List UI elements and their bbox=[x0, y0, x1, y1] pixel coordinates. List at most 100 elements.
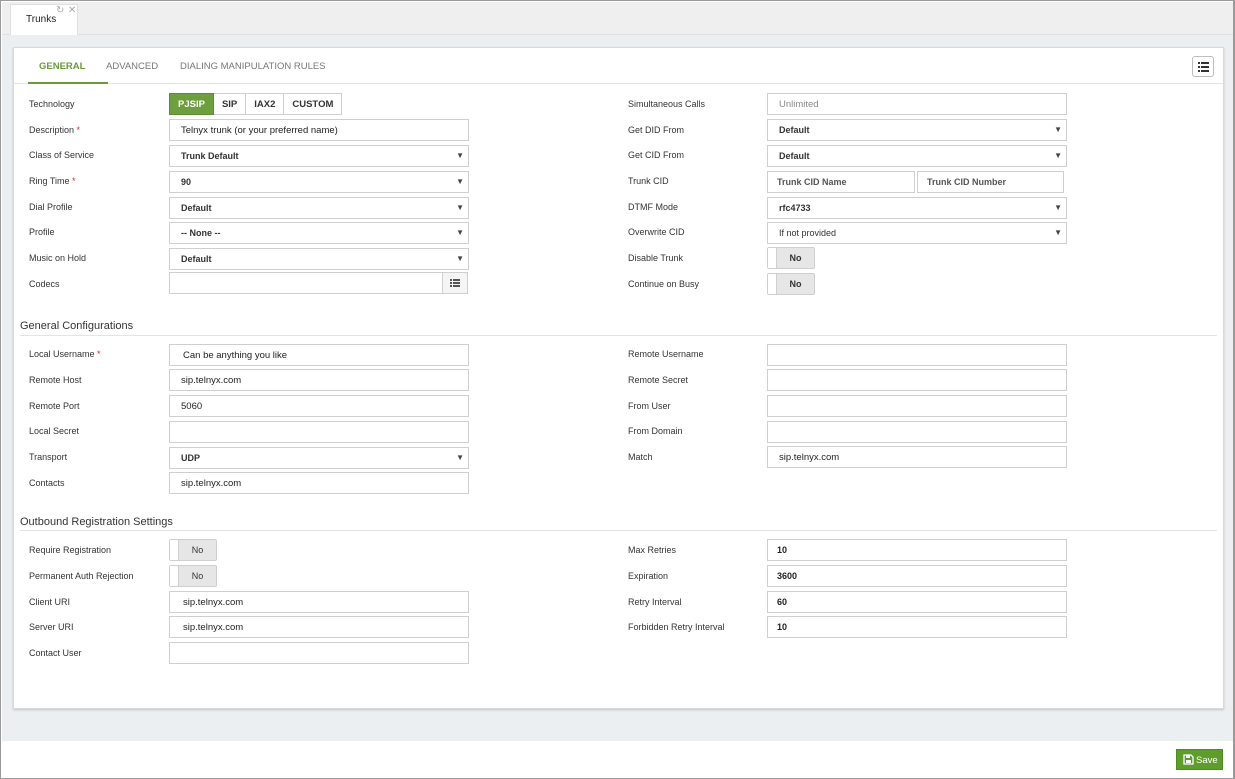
require-registration-toggle[interactable]: No bbox=[169, 539, 217, 561]
trunk-cid-number-input[interactable]: Trunk CID Number bbox=[917, 171, 1064, 193]
technology-option-iax2[interactable]: IAX2 bbox=[246, 93, 285, 115]
transport-select[interactable]: UDP ▼ bbox=[169, 447, 469, 469]
permanent-auth-rejection-value: No bbox=[191, 571, 204, 581]
max-retries-label: Max Retries bbox=[628, 545, 677, 555]
dial-profile-select[interactable]: Default ▼ bbox=[169, 197, 469, 219]
dropdown-arrow-icon: ▼ bbox=[456, 228, 464, 237]
technology-label: Technology bbox=[29, 99, 75, 109]
codecs-list-button[interactable] bbox=[442, 272, 468, 294]
required-marker: * bbox=[76, 125, 81, 135]
save-button-label: Save bbox=[1196, 755, 1218, 766]
local-username-input[interactable]: Can be anything you like bbox=[169, 344, 469, 366]
from-user-label: From User bbox=[628, 401, 671, 411]
expiration-input[interactable]: 3600 bbox=[767, 565, 1067, 587]
transport-value: UDP bbox=[181, 453, 201, 463]
tab-advanced[interactable]: ADVANCED bbox=[106, 61, 158, 72]
continue-on-busy-label: Continue on Busy bbox=[628, 279, 700, 289]
match-input[interactable]: sip.telnyx.com bbox=[767, 446, 1067, 468]
technology-option-custom[interactable]: CUSTOM bbox=[284, 93, 343, 115]
permanent-auth-rejection-toggle[interactable]: No bbox=[169, 565, 217, 587]
forbidden-retry-interval-input[interactable]: 10 bbox=[767, 616, 1067, 638]
tab-trunks[interactable]: Trunks ↻ ✕ bbox=[10, 4, 78, 35]
forbidden-retry-interval-label: Forbidden Retry Interval bbox=[628, 622, 725, 632]
dial-profile-value: Default bbox=[181, 203, 212, 213]
dtmf-mode-label: DTMF Mode bbox=[628, 202, 679, 212]
dropdown-arrow-icon: ▼ bbox=[456, 254, 464, 263]
client-uri-label: Client URI bbox=[29, 597, 71, 607]
trunk-cid-name-input[interactable]: Trunk CID Name bbox=[767, 171, 915, 193]
class-of-service-value: Trunk Default bbox=[181, 151, 239, 161]
dial-profile-label: Dial Profile bbox=[29, 202, 73, 212]
get-did-from-value: Default bbox=[779, 125, 810, 135]
tab-general[interactable]: GENERAL bbox=[39, 61, 85, 72]
contacts-label: Contacts bbox=[29, 478, 65, 488]
music-on-hold-value: Default bbox=[181, 254, 212, 264]
technology-option-sip[interactable]: SIP bbox=[213, 93, 247, 115]
remote-host-input[interactable]: sip.telnyx.com bbox=[169, 369, 469, 391]
profile-select[interactable]: -- None -- ▼ bbox=[169, 222, 469, 244]
refresh-icon[interactable]: ↻ bbox=[56, 5, 64, 16]
outbound-registration-heading: Outbound Registration Settings bbox=[20, 516, 173, 528]
list-view-button[interactable] bbox=[1192, 56, 1214, 77]
tab-dialing-manipulation-rules[interactable]: DIALING MANIPULATION RULES bbox=[180, 61, 326, 72]
contacts-input[interactable]: sip.telnyx.com bbox=[169, 472, 469, 494]
get-cid-from-select[interactable]: Default ▼ bbox=[767, 145, 1067, 167]
section-divider bbox=[20, 335, 1217, 336]
dropdown-arrow-icon: ▼ bbox=[1054, 125, 1062, 134]
list-icon bbox=[1198, 62, 1209, 72]
from-user-input[interactable] bbox=[767, 395, 1067, 417]
dropdown-arrow-icon: ▼ bbox=[456, 177, 464, 186]
max-retries-input[interactable]: 10 bbox=[767, 539, 1067, 561]
remote-port-label: Remote Port bbox=[29, 401, 80, 411]
tab-bar: Trunks ↻ ✕ bbox=[2, 2, 1233, 35]
contact-user-label: Contact User bbox=[29, 648, 82, 658]
section-divider bbox=[20, 530, 1217, 531]
music-on-hold-label: Music on Hold bbox=[29, 253, 87, 263]
window-frame: Trunks ↻ ✕ GENERAL ADVANCED DIALING MANI… bbox=[0, 0, 1235, 779]
profile-value: -- None -- bbox=[181, 228, 221, 238]
local-secret-input[interactable] bbox=[169, 421, 469, 443]
contact-user-input[interactable] bbox=[169, 642, 469, 664]
remote-username-input[interactable] bbox=[767, 344, 1067, 366]
get-did-from-label: Get DID From bbox=[628, 125, 685, 135]
required-marker: * bbox=[72, 176, 76, 186]
disable-trunk-value: No bbox=[789, 253, 802, 263]
dropdown-arrow-icon: ▼ bbox=[1054, 151, 1062, 160]
class-of-service-select[interactable]: Trunk Default ▼ bbox=[169, 145, 469, 167]
from-domain-input[interactable] bbox=[767, 421, 1067, 443]
toggle-knob bbox=[768, 274, 777, 294]
transport-label: Transport bbox=[29, 452, 68, 462]
continue-on-busy-toggle[interactable]: No bbox=[767, 273, 815, 295]
save-button[interactable]: Save bbox=[1176, 749, 1223, 770]
simultaneous-calls-input[interactable]: Unlimited bbox=[767, 93, 1067, 115]
list-icon bbox=[450, 279, 460, 287]
require-registration-value: No bbox=[191, 545, 204, 555]
ring-time-label: Ring Time * bbox=[29, 176, 76, 186]
technology-selector: PJSIP SIP IAX2 CUSTOM bbox=[169, 93, 343, 115]
description-label-text: Description bbox=[29, 125, 75, 135]
retry-interval-input[interactable]: 60 bbox=[767, 591, 1067, 613]
dropdown-arrow-icon: ▼ bbox=[1054, 203, 1062, 212]
local-username-label: Local Username * bbox=[29, 349, 101, 359]
close-icon[interactable]: ✕ bbox=[68, 5, 76, 16]
trunk-cid-label: Trunk CID bbox=[628, 176, 669, 186]
toggle-knob bbox=[768, 248, 777, 268]
client-uri-input[interactable]: sip.telnyx.com bbox=[169, 591, 469, 613]
required-marker: * bbox=[97, 349, 101, 359]
technology-option-pjsip[interactable]: PJSIP bbox=[169, 93, 214, 115]
remote-secret-input[interactable] bbox=[767, 369, 1067, 391]
dropdown-arrow-icon: ▼ bbox=[456, 151, 464, 160]
dtmf-mode-select[interactable]: rfc4733 ▼ bbox=[767, 197, 1067, 219]
remote-port-input[interactable]: 5060 bbox=[169, 395, 469, 417]
get-did-from-select[interactable]: Default ▼ bbox=[767, 119, 1067, 141]
description-input[interactable]: Telnyx trunk (or your preferred name) bbox=[169, 119, 469, 141]
dtmf-mode-value: rfc4733 bbox=[779, 203, 811, 213]
server-uri-input[interactable]: sip.telnyx.com bbox=[169, 616, 469, 638]
simultaneous-calls-label: Simultaneous Calls bbox=[628, 99, 706, 109]
codecs-input[interactable] bbox=[169, 272, 443, 294]
music-on-hold-select[interactable]: Default ▼ bbox=[169, 248, 469, 270]
form-tabs: GENERAL ADVANCED DIALING MANIPULATION RU… bbox=[14, 48, 1223, 84]
ring-time-select[interactable]: 90 ▼ bbox=[169, 171, 469, 193]
overwrite-cid-select[interactable]: If not provided ▼ bbox=[767, 222, 1067, 244]
disable-trunk-toggle[interactable]: No bbox=[767, 247, 815, 269]
